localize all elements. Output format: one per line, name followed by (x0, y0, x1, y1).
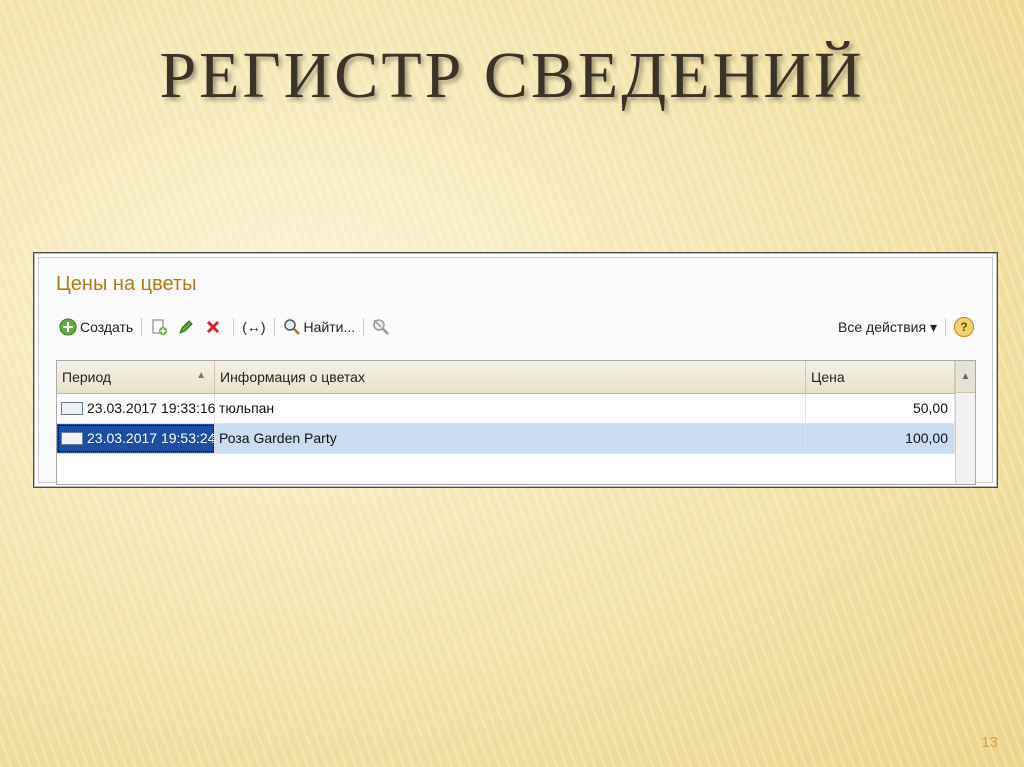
table-row-selected[interactable]: 23.03.2017 19:53:24 Роза Garden Party 10… (57, 424, 975, 454)
edit-button[interactable] (174, 316, 201, 338)
sort-ascending-icon: ▲ (196, 370, 206, 381)
column-header-info[interactable]: Информация о цветах (215, 361, 806, 393)
price-cell: 50,00 (806, 394, 955, 423)
slide-title: РЕГИСТР СВЕДЕНИЙ (159, 39, 865, 112)
delete-button[interactable] (201, 316, 228, 338)
column-header-label: Период (62, 369, 112, 385)
scroll-up-icon[interactable]: ▲ (956, 361, 975, 393)
help-button[interactable]: ? (951, 316, 977, 338)
help-icon: ? (954, 317, 974, 337)
find-label: Найти... (303, 319, 356, 335)
toolbar-separator (233, 318, 235, 336)
cancel-search-button[interactable] (369, 316, 396, 338)
info-cell: Роза Garden Party (215, 424, 806, 453)
toolbar-separator (945, 318, 946, 336)
pencil-icon (177, 318, 195, 336)
add-circle-icon (59, 318, 77, 336)
create-label: Создать (80, 319, 134, 335)
set-period-button[interactable]: (↔) (239, 316, 268, 338)
page-number: 13 (981, 734, 998, 751)
toolbar: Создать (↔) Найти... Все действия ▾ ? (56, 315, 977, 339)
delete-x-icon (204, 318, 222, 336)
records-table: Период ▲ Информация о цветах Цена 23.03.… (56, 360, 976, 485)
copy-document-icon (150, 318, 168, 336)
all-actions-menu[interactable]: Все действия ▾ (835, 316, 940, 338)
toolbar-separator (273, 318, 275, 336)
period-cell: 23.03.2017 19:53:24 (57, 424, 215, 453)
column-header-period[interactable]: Период ▲ (57, 361, 215, 393)
find-button[interactable]: Найти... (280, 316, 359, 338)
create-button[interactable]: Создать (56, 316, 136, 338)
column-header-price[interactable]: Цена (806, 361, 955, 393)
window-title: Цены на цветы (56, 273, 197, 295)
price-cell: 100,00 (806, 424, 955, 453)
period-cell: 23.03.2017 19:33:16 (57, 394, 215, 423)
info-cell: тюльпан (215, 394, 806, 423)
search-icon (283, 318, 301, 336)
vertical-scrollbar[interactable]: ▲ (955, 361, 975, 484)
cancel-search-icon (372, 318, 390, 336)
copy-button[interactable] (147, 316, 174, 338)
record-icon (61, 431, 83, 445)
register-window: Цены на цветы Создать (↔) Найти... Все д… (33, 252, 998, 488)
table-header: Период ▲ Информация о цветах Цена (57, 361, 975, 394)
table-row[interactable]: 23.03.2017 19:33:16 тюльпан 50,00 (57, 394, 975, 424)
period-value: 23.03.2017 19:53:24 (87, 430, 216, 446)
period-value: 23.03.2017 19:33:16 (87, 400, 216, 416)
toolbar-separator (141, 318, 143, 336)
record-icon (61, 401, 83, 415)
toolbar-separator (363, 318, 365, 336)
